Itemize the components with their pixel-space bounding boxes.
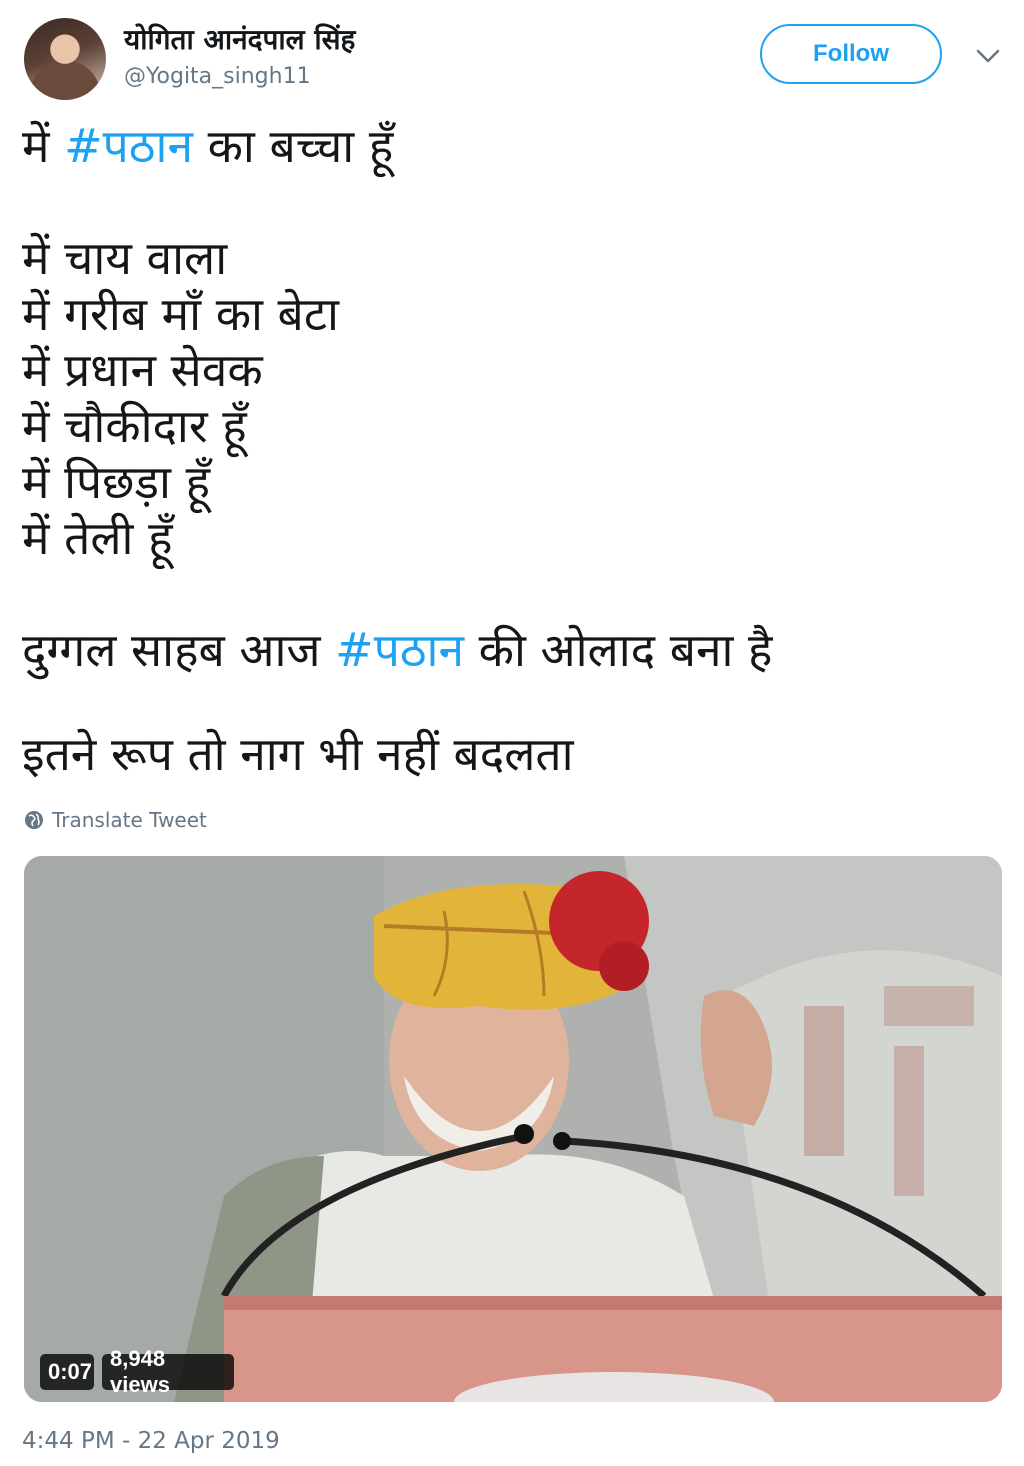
- display-name[interactable]: योगिता आनंदपाल सिंह: [124, 20, 355, 58]
- tweet-line: में चाय वाला: [22, 231, 228, 285]
- hashtag-link[interactable]: #पठान: [64, 119, 193, 173]
- text-span: में: [22, 119, 65, 173]
- translate-tweet-link[interactable]: Translate Tweet: [24, 808, 207, 832]
- tweet-line: में गरीब माँ का बेटा: [22, 287, 339, 341]
- video-views-badge: 8,948 views: [102, 1346, 234, 1397]
- follow-button[interactable]: Follow: [760, 24, 942, 84]
- hashtag-link[interactable]: #पठान: [335, 623, 464, 677]
- tweet-line: इतने रूप तो नाग भी नहीं बदलता: [22, 727, 574, 781]
- video-player[interactable]: [24, 856, 1002, 1402]
- tweet-timestamp[interactable]: 4:44 PM - 22 Apr 2019: [22, 1428, 280, 1454]
- video-thumbnail: [24, 856, 1002, 1402]
- text-span: की ओलाद बना है: [464, 623, 773, 677]
- text-span: का बच्चा हूँ: [192, 119, 394, 173]
- tweet-line: दुग्गल साहब आज #पठान की ओलाद बना है: [22, 622, 1002, 678]
- tweet-line: में पिछड़ा हूँ: [22, 455, 210, 509]
- tweet-line: में #पठान का बच्चा हूँ: [22, 118, 1002, 174]
- chevron-down-icon[interactable]: [974, 44, 1002, 68]
- tweet-text: में #पठान का बच्चा हूँ में चाय वाला में …: [22, 118, 1002, 782]
- tweet-line: में तेली हूँ: [22, 511, 173, 565]
- avatar[interactable]: [24, 18, 106, 100]
- tweet-header: योगिता आनंदपाल सिंह @Yogita_singh11 Foll…: [0, 0, 1024, 110]
- globe-icon: [25, 811, 43, 829]
- tweet-line: में चौकीदार हूँ: [22, 399, 247, 453]
- text-span: दुग्गल साहब आज: [22, 623, 336, 677]
- user-handle[interactable]: @Yogita_singh11: [124, 64, 311, 89]
- video-duration-badge: 0:07: [40, 1354, 94, 1390]
- translate-label[interactable]: Translate Tweet: [52, 808, 207, 832]
- tweet-line: में प्रधान सेवक: [22, 343, 263, 397]
